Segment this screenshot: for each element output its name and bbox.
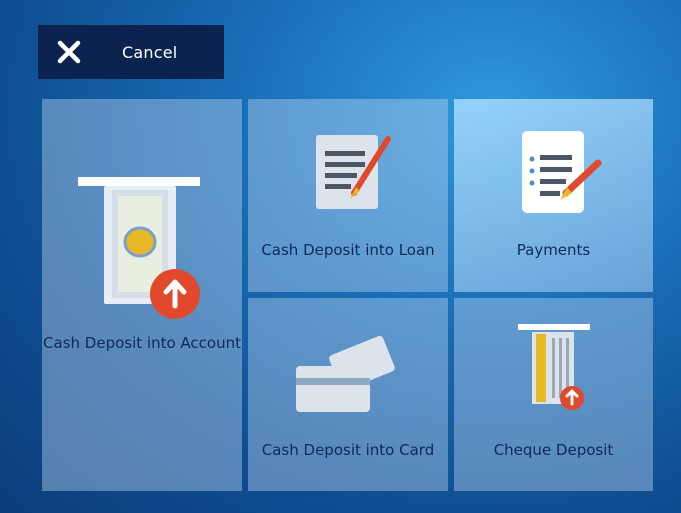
tile-cheque-deposit[interactable]: Cheque Deposit — [454, 298, 653, 491]
cheque-deposit-icon — [518, 324, 590, 410]
tile-payments[interactable]: Payments — [454, 99, 653, 292]
tile-cash-deposit-account[interactable]: Cash Deposit into Account — [42, 99, 242, 491]
tile-label: Cash Deposit into Account — [43, 334, 241, 352]
tile-label: Payments — [516, 241, 591, 259]
close-icon — [57, 40, 81, 64]
document-pen-icon — [316, 135, 391, 209]
tile-label: Cheque Deposit — [493, 441, 614, 459]
tile-label: Cash Deposit into Loan — [261, 241, 435, 259]
atm-screen: Cancel Cash Deposit into Account Cash De… — [0, 0, 681, 513]
tile-cash-deposit-loan[interactable]: Cash Deposit into Loan — [248, 99, 448, 292]
cards-icon — [296, 335, 395, 412]
tile-label: Cash Deposit into Card — [261, 441, 435, 459]
checklist-pen-icon — [522, 131, 602, 213]
cancel-button[interactable]: Cancel — [38, 25, 224, 79]
tile-cash-deposit-card[interactable]: Cash Deposit into Card — [248, 298, 448, 491]
cancel-label: Cancel — [122, 42, 178, 62]
cash-deposit-icon — [78, 177, 200, 319]
